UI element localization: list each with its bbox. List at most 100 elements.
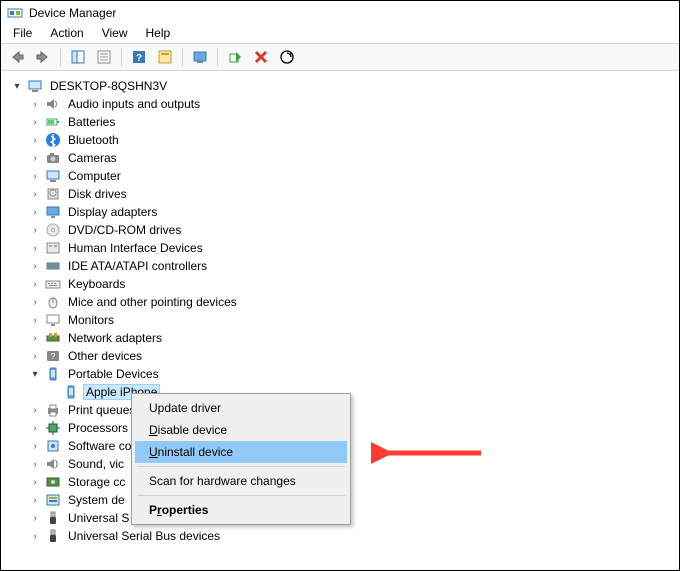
expand-toggle[interactable]: ▾: [11, 80, 23, 92]
category-label[interactable]: Keyboards: [65, 276, 128, 292]
category-label[interactable]: Monitors: [65, 312, 117, 328]
expand-toggle[interactable]: ›: [29, 404, 41, 416]
tree-category[interactable]: › Disk drives: [29, 185, 675, 203]
expand-toggle[interactable]: ›: [29, 494, 41, 506]
context-menu: Update driver Disable device Uninstall d…: [131, 393, 351, 525]
category-label[interactable]: Universal S: [65, 510, 132, 526]
ctx-update-driver[interactable]: Update driver: [135, 397, 347, 419]
tree-category[interactable]: › DVD/CD-ROM drives: [29, 221, 675, 239]
back-button[interactable]: [5, 46, 29, 68]
tree-category[interactable]: › Mice and other pointing devices: [29, 293, 675, 311]
category-label[interactable]: Bluetooth: [65, 132, 122, 148]
category-label[interactable]: Sound, vic: [65, 456, 127, 472]
expand-toggle[interactable]: ›: [29, 98, 41, 110]
category-label[interactable]: Portable Devices: [65, 366, 162, 382]
tree-category[interactable]: › IDE ATA/ATAPI controllers: [29, 257, 675, 275]
tree-category[interactable]: › Human Interface Devices: [29, 239, 675, 257]
ctx-properties[interactable]: Properties: [135, 499, 347, 521]
tree-category[interactable]: › Keyboards: [29, 275, 675, 293]
tree-category[interactable]: › Batteries: [29, 113, 675, 131]
root-label[interactable]: DESKTOP-8QSHN3V: [47, 78, 170, 94]
tree-category[interactable]: › Computer: [29, 167, 675, 185]
expand-toggle[interactable]: ›: [29, 170, 41, 182]
tree-category[interactable]: › Network adapters: [29, 329, 675, 347]
tree-category[interactable]: › Print queues: [29, 401, 675, 419]
expand-toggle[interactable]: ›: [29, 350, 41, 362]
tree-category[interactable]: ›? Other devices: [29, 347, 675, 365]
tree-category[interactable]: › Display adapters: [29, 203, 675, 221]
expand-toggle[interactable]: ›: [29, 476, 41, 488]
show-hide-console-button[interactable]: [66, 46, 90, 68]
category-label[interactable]: System de: [65, 492, 128, 508]
category-label[interactable]: Disk drives: [65, 186, 130, 202]
menu-view[interactable]: View: [94, 24, 136, 42]
expand-toggle[interactable]: ›: [29, 512, 41, 524]
tree-category[interactable]: › Bluetooth: [29, 131, 675, 149]
category-label[interactable]: Other devices: [65, 348, 145, 364]
expand-toggle[interactable]: ›: [29, 206, 41, 218]
bluetooth-icon: [45, 132, 61, 148]
tree-category[interactable]: › Sound, vic: [29, 455, 675, 473]
category-label[interactable]: Print queues: [65, 402, 138, 418]
tree-category[interactable]: › Cameras: [29, 149, 675, 167]
expand-toggle[interactable]: ›: [29, 332, 41, 344]
ctx-uninstall-device[interactable]: Uninstall device: [135, 441, 347, 463]
svg-text:?: ?: [51, 352, 56, 361]
category-label[interactable]: Processors: [65, 420, 131, 436]
help-button[interactable]: ?: [127, 46, 151, 68]
category-label[interactable]: Display adapters: [65, 204, 160, 220]
category-label[interactable]: Network adapters: [65, 330, 165, 346]
forward-button[interactable]: [31, 46, 55, 68]
menu-file[interactable]: File: [5, 24, 40, 42]
view-button[interactable]: [153, 46, 177, 68]
enable-button[interactable]: [223, 46, 247, 68]
tree-category[interactable]: › System de: [29, 491, 675, 509]
expand-toggle[interactable]: ›: [29, 152, 41, 164]
ctx-scan-hardware[interactable]: Scan for hardware changes: [135, 470, 347, 492]
network-icon: [45, 330, 61, 346]
category-label[interactable]: Batteries: [65, 114, 118, 130]
expand-toggle[interactable]: ›: [29, 314, 41, 326]
disk-icon: [45, 186, 61, 202]
expand-toggle[interactable]: ›: [29, 224, 41, 236]
category-label[interactable]: Storage cc: [65, 474, 128, 490]
tree-category[interactable]: ▾ Portable Devices: [29, 365, 675, 383]
category-label[interactable]: Mice and other pointing devices: [65, 294, 240, 310]
expand-toggle[interactable]: ›: [29, 260, 41, 272]
svg-text:?: ?: [136, 53, 142, 64]
category-label[interactable]: Human Interface Devices: [65, 240, 206, 256]
properties-button[interactable]: [92, 46, 116, 68]
category-label[interactable]: Cameras: [65, 150, 120, 166]
update-driver-button[interactable]: [188, 46, 212, 68]
expand-toggle[interactable]: ›: [29, 278, 41, 290]
tree-category[interactable]: › Universal Serial Bus devices: [29, 527, 675, 545]
ctx-disable-device[interactable]: Disable device: [135, 419, 347, 441]
scan-button[interactable]: [275, 46, 299, 68]
uninstall-button[interactable]: [249, 46, 273, 68]
tree-category[interactable]: › Storage cc: [29, 473, 675, 491]
category-label[interactable]: Computer: [65, 168, 124, 184]
expand-toggle[interactable]: ›: [29, 116, 41, 128]
expand-toggle[interactable]: ›: [29, 188, 41, 200]
tree-category[interactable]: ›Software components: [29, 437, 675, 455]
menu-action[interactable]: Action: [42, 24, 91, 42]
category-label[interactable]: Audio inputs and outputs: [65, 96, 203, 112]
tree-category[interactable]: › Processors: [29, 419, 675, 437]
speaker-icon: [45, 96, 61, 112]
expand-toggle[interactable]: ›: [29, 530, 41, 542]
expand-toggle[interactable]: ▾: [29, 368, 41, 380]
tree-category[interactable]: › Audio inputs and outputs: [29, 95, 675, 113]
category-label[interactable]: Universal Serial Bus devices: [65, 528, 223, 544]
expand-toggle[interactable]: ›: [29, 422, 41, 434]
category-label[interactable]: IDE ATA/ATAPI controllers: [65, 258, 210, 274]
tree-category[interactable]: › Monitors: [29, 311, 675, 329]
expand-toggle[interactable]: ›: [29, 440, 41, 452]
expand-toggle[interactable]: ›: [29, 242, 41, 254]
expand-toggle[interactable]: ›: [29, 458, 41, 470]
category-label[interactable]: DVD/CD-ROM drives: [65, 222, 184, 238]
tree-category[interactable]: › Universal S: [29, 509, 675, 527]
menu-help[interactable]: Help: [138, 24, 179, 42]
expand-toggle[interactable]: ›: [29, 134, 41, 146]
tree-root[interactable]: ▾ DESKTOP-8QSHN3V: [11, 77, 675, 95]
expand-toggle[interactable]: ›: [29, 296, 41, 308]
